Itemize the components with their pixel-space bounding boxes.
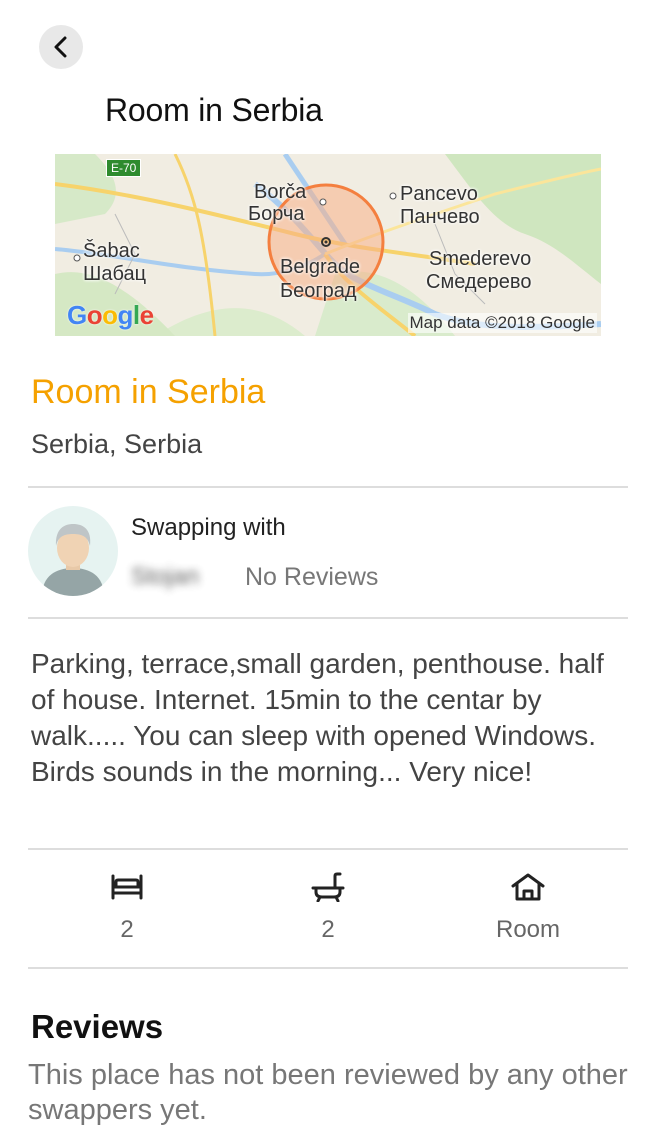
map-label-smederevo-cyrillic: Смедерево xyxy=(426,271,532,293)
map-label-sabac-latin: Šabac xyxy=(83,240,140,262)
map-label-smederevo-latin: Smederevo xyxy=(429,248,532,270)
page-title: Room in Serbia xyxy=(105,92,323,128)
map-label-borca-cyrillic: Борча xyxy=(248,203,305,225)
map-label-belgrade-latin: Belgrade xyxy=(280,256,361,278)
host-avatar[interactable] xyxy=(28,506,118,596)
divider xyxy=(28,617,628,619)
listing-title: Room in Serbia xyxy=(31,373,266,411)
person-icon xyxy=(42,524,104,596)
map-label-pancevo-latin: Pancevo xyxy=(400,183,478,205)
amenity-value: 2 xyxy=(321,916,335,943)
bed-icon xyxy=(111,874,143,900)
map-attribution: Map data ©2018 Google xyxy=(407,313,597,333)
location-map[interactable]: E-70 Borča Борча Pancevo Панчево Šabac Ш… xyxy=(55,154,601,336)
amenity-value: 2 xyxy=(120,916,134,943)
divider xyxy=(28,486,628,488)
reviews-empty-text: This place has not been reviewed by any … xyxy=(28,1059,628,1126)
listing-location: Serbia, Serbia xyxy=(31,429,203,459)
road-badge: E-70 xyxy=(106,159,142,177)
map-label-belgrade-cyrillic: Београд xyxy=(280,280,357,302)
divider xyxy=(28,848,628,850)
chevron-left-icon xyxy=(54,36,67,58)
back-button[interactable] xyxy=(39,25,83,69)
map-label-borca-latin: Borča xyxy=(254,181,307,203)
amenity-value: Room xyxy=(495,916,561,943)
host-review-count: No Reviews xyxy=(245,563,379,591)
map-label-sabac-cyrillic: Шабац xyxy=(83,263,147,285)
bathtub-icon xyxy=(311,872,345,902)
listing-description: Parking, terrace,small garden, penthouse… xyxy=(31,648,604,787)
amenity-room-type: Room xyxy=(468,870,588,944)
amenity-bathrooms: 2 xyxy=(268,870,388,944)
google-logo: Google xyxy=(67,300,154,330)
divider xyxy=(28,967,628,969)
amenity-bedrooms: 2 xyxy=(67,870,187,944)
reviews-heading: Reviews xyxy=(31,1008,164,1045)
host-name[interactable]: Stojan xyxy=(131,563,225,591)
swapping-with-label: Swapping with xyxy=(131,514,286,541)
map-label-pancevo-cyrillic: Панчево xyxy=(400,206,480,228)
home-icon xyxy=(511,873,545,901)
